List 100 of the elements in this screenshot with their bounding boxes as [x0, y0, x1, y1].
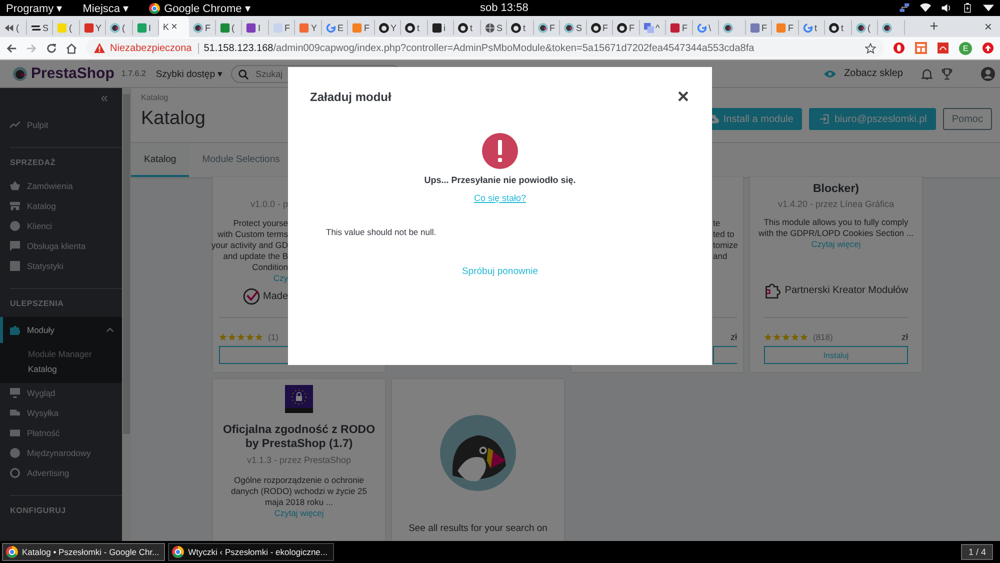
price-label: zł: [730, 332, 737, 342]
padlock-stars-logo-icon: [285, 385, 313, 413]
panel-menu[interactable]: Programy ▾: [6, 2, 63, 14]
taskbar-window[interactable]: Wtyczki ‹ Pszesłomki - ekologiczne...: [168, 543, 334, 561]
new-tab-button[interactable]: +: [916, 18, 976, 37]
error-detail: This value should not be null.: [326, 227, 436, 237]
store-icon: [10, 201, 20, 211]
arrows-icon: [4, 22, 14, 32]
browser-icon: [172, 546, 184, 558]
browser-tab[interactable]: F: [268, 20, 295, 35]
browser-tab[interactable]: (: [0, 20, 26, 35]
site-icon: [84, 22, 94, 32]
site-icon: [670, 22, 680, 32]
chevron-up-icon[interactable]: [106, 327, 114, 333]
browser-tab[interactable]: Y: [374, 20, 401, 35]
module-text: your activity and GD: [211, 240, 288, 251]
google-icon: [802, 22, 812, 32]
module-text: v1.0.0 - p: [250, 199, 288, 210]
browser-tab[interactable]: F: [189, 20, 216, 35]
badge-text: Made: [262, 291, 288, 302]
browser-tab[interactable]: ^: [640, 20, 666, 35]
browser-tab[interactable]: K ×: [159, 16, 189, 37]
browser-icon: [6, 546, 18, 558]
browser-tab[interactable]: F: [534, 20, 560, 35]
check-badge-icon: [242, 288, 260, 305]
site-icon: [220, 22, 230, 32]
extension-icon[interactable]: [915, 42, 927, 54]
bird-icon: [723, 22, 733, 32]
error-icon: [482, 133, 518, 169]
browser-tab[interactable]: F: [772, 20, 798, 35]
browser-tab[interactable]: E: [322, 20, 348, 35]
close-window-button[interactable]: ×: [976, 19, 1000, 37]
address-field[interactable]: Niezabezpieczona 51.158.123.168/admin009capwog/index.php?controller=AdminPsMboModule&token=5a15671d7202fea4547344a553cda8fa: [86, 39, 884, 57]
scrollbar[interactable]: [122, 88, 131, 541]
battery-icon[interactable]: [962, 3, 973, 13]
extension-icon[interactable]: [893, 42, 905, 54]
sidebar-subitem[interactable]: Katalog: [0, 362, 122, 377]
browser-tab[interactable]: S: [560, 20, 586, 35]
trophy-icon[interactable]: [941, 68, 953, 80]
module-title: Blocker): [812, 182, 860, 196]
star-icon[interactable]: [865, 42, 876, 54]
back-icon[interactable]: [6, 42, 17, 54]
target-icon: [10, 468, 20, 478]
sidebar-item[interactable]: Moduły: [0, 317, 122, 343]
workspace-switcher[interactable]: 1 / 4: [961, 544, 993, 560]
browser-tab[interactable]: S: [26, 20, 53, 35]
module-title: Oficjalna zgodność z RODO by PrestaShop (1.7): [222, 423, 376, 451]
site-icon: [432, 22, 442, 32]
site-icon: [776, 22, 786, 32]
close-button[interactable]: ×: [677, 89, 689, 105]
wifi-icon[interactable]: [920, 3, 931, 13]
browser-tab[interactable]: I: [242, 20, 268, 35]
reload-icon[interactable]: [46, 42, 57, 54]
security-label[interactable]: Niezabezpieczona: [110, 42, 199, 54]
browser-tab[interactable]: i: [428, 20, 454, 35]
browser-tab[interactable]: F: [666, 20, 692, 35]
quick-access-menu[interactable]: Szybki dostęp ▾: [156, 68, 223, 80]
pdf-icon[interactable]: [937, 42, 949, 54]
browser-tab[interactable]: Y: [295, 20, 322, 35]
module-text: tomize: [713, 240, 740, 251]
module-version: v1.4.20 - przez Línea Gráfica: [778, 199, 894, 209]
browser-tab[interactable]: F: [586, 20, 613, 35]
browser-tab[interactable]: \: [692, 20, 719, 35]
browser-tab[interactable]: F: [613, 20, 640, 35]
module-text: ted to: [713, 229, 736, 240]
caret-icon[interactable]: [983, 3, 994, 13]
browser-tab[interactable]: (: [216, 20, 242, 35]
browser-tab[interactable]: (: [852, 20, 878, 35]
browser-tab[interactable]: t: [401, 20, 428, 35]
module-text: and update the B: [223, 251, 288, 262]
browser-tab[interactable]: Y: [80, 20, 106, 35]
browser-tab[interactable]: (: [106, 20, 132, 35]
browser-tab[interactable]: t: [825, 20, 852, 35]
browser-tab[interactable]: t: [798, 20, 825, 35]
upload-icon[interactable]: [982, 42, 994, 54]
browser-tab[interactable]: t: [507, 20, 534, 35]
user-avatar-icon[interactable]: [981, 66, 995, 80]
panel-menu[interactable]: Google Chrome ▾: [149, 2, 251, 14]
browser-tab[interactable]: F: [348, 20, 374, 35]
home-icon[interactable]: [66, 42, 77, 54]
view-shop-link[interactable]: Zobacz sklep: [844, 68, 903, 79]
taskbar-window[interactable]: Katalog • Pszesłomki - Google Chr...: [2, 543, 166, 561]
panel-menu[interactable]: Miejsca ▾: [82, 2, 130, 14]
network-icon[interactable]: [899, 3, 910, 13]
chart-icon: [10, 120, 20, 130]
bell-icon[interactable]: [921, 68, 933, 80]
promo-text: See all results for your search on: [408, 523, 548, 534]
site-icon: [136, 22, 146, 32]
browser-tab[interactable]: (: [53, 20, 80, 35]
module-text: te: [713, 218, 722, 229]
search-icon: [238, 68, 249, 80]
browser-tab[interactable]: t: [454, 20, 480, 35]
browser-tab[interactable]: S: [480, 20, 507, 35]
bird-icon: [110, 22, 120, 32]
volume-icon[interactable]: [941, 3, 952, 13]
bird-icon: [538, 22, 548, 32]
badge-text: Partnerski Kreator Modułów: [784, 284, 908, 296]
module-text: and: [713, 251, 728, 262]
browser-tab[interactable]: F: [746, 20, 772, 35]
site-icon: [246, 22, 256, 32]
